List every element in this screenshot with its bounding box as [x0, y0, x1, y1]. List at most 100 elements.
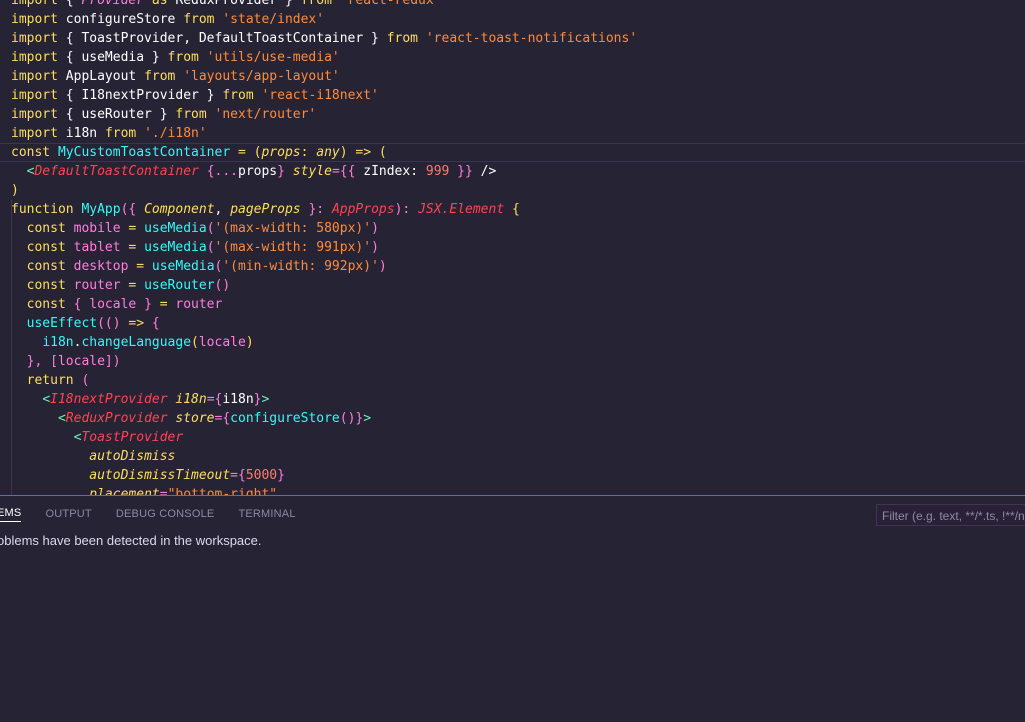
code-editor[interactable]: import { Provider as ReduxProvider } fro… [0, 0, 1025, 495]
code-token: import [11, 0, 58, 8]
code-line[interactable]: import { ToastProvider, DefaultToastCont… [0, 29, 1025, 48]
code-token: i18n [57, 126, 105, 141]
code-line[interactable]: const { locale } = router [0, 295, 1025, 314]
code-line[interactable]: <ReduxProvider store={configureStore()}> [0, 409, 1025, 428]
code-token: MyApp [73, 202, 121, 217]
code-token: { [151, 316, 160, 331]
code-token: const [26, 240, 66, 255]
code-token: { [504, 202, 520, 217]
code-line[interactable]: autoDismissTimeout={5000} [0, 466, 1025, 485]
code-token: '(min-width: 992px)' [222, 259, 379, 274]
code-token: AppLayout [57, 69, 145, 84]
code-token: return [26, 373, 74, 388]
code-token: 'react-toast-notifications' [418, 31, 638, 46]
code-token: Component [144, 202, 215, 217]
code-line[interactable]: <DefaultToastContainer {...props} style=… [0, 162, 1025, 181]
code-line[interactable]: const desktop = useMedia('(min-width: 99… [0, 257, 1025, 276]
tab-problems[interactable]: EMS [0, 507, 22, 522]
code-token: const [26, 278, 66, 293]
code-token: from [167, 50, 199, 65]
code-line[interactable]: const tablet = useMedia('(max-width: 991… [0, 238, 1025, 257]
code-token: useMedia [144, 221, 207, 236]
code-line[interactable]: import i18n from './i18n' [0, 124, 1025, 143]
code-line[interactable]: import { useMedia } from 'utils/use-medi… [0, 48, 1025, 67]
code-line[interactable]: import AppLayout from 'layouts/app-layou… [0, 67, 1025, 86]
code-line[interactable]: const MyCustomToastContainer = (props: a… [0, 143, 1025, 162]
code-line[interactable]: import { useRouter } from 'next/router' [0, 105, 1025, 124]
code-line[interactable]: <I18nextProvider i18n={i18n}> [0, 390, 1025, 409]
code-token: ( [206, 221, 215, 236]
code-token: locale [198, 335, 246, 350]
code-line[interactable]: function MyApp({ Component, pageProps }:… [0, 200, 1025, 219]
code-token: router [175, 297, 223, 312]
code-token: i18n [175, 392, 207, 407]
indent-guide [11, 200, 12, 495]
code-token: import [11, 126, 58, 141]
code-token: configureStore [57, 12, 184, 27]
tab-output[interactable]: OUTPUT [45, 508, 91, 520]
code-token: Provider [81, 0, 145, 8]
code-line[interactable]: }, [locale]) [0, 352, 1025, 371]
code-token: AppProps [331, 202, 395, 217]
code-token: from [386, 31, 419, 46]
code-token: }: [300, 202, 332, 217]
bottom-panel: EMS OUTPUT DEBUG CONSOLE TERMINAL Filter… [0, 495, 1025, 722]
code-token: 'utils/use-media' [198, 50, 340, 65]
code-token: useMedia [151, 259, 215, 274]
code-token: i18n [42, 335, 74, 350]
code-token: useEffect [26, 316, 98, 331]
code-token: ) [11, 183, 19, 198]
code-token: props [261, 145, 301, 160]
code-token: ): [394, 202, 419, 217]
code-token: import [11, 88, 58, 103]
problems-message: oblems have been detected in the workspa… [0, 533, 262, 548]
code-token: placement [89, 487, 160, 495]
code-line[interactable]: const mobile = useMedia('(max-width: 580… [0, 219, 1025, 238]
code-token: < [42, 392, 51, 407]
code-line[interactable]: import { Provider as ReduxProvider } fro… [0, 0, 1025, 10]
code-token: ) [371, 221, 379, 236]
code-token: = [120, 221, 145, 236]
code-line[interactable]: i18n.changeLanguage(locale) [0, 333, 1025, 352]
code-token: "bottom-right" [167, 487, 278, 495]
code-token: const [26, 297, 66, 312]
code-token: as [144, 0, 176, 8]
code-line[interactable]: import configureStore from 'state/index' [0, 10, 1025, 29]
code-token: ( [206, 240, 215, 255]
code-token: { locale } [65, 297, 160, 312]
code-token: const [26, 259, 66, 274]
code-token: = [159, 297, 176, 312]
code-line[interactable]: <ToastProvider [0, 428, 1025, 447]
code-line[interactable]: useEffect(() => { [0, 314, 1025, 333]
code-token: from [183, 12, 215, 27]
code-token: ReduxProvider [65, 411, 168, 426]
code-line[interactable]: import { I18nextProvider } from 'react-i… [0, 86, 1025, 105]
code-line[interactable]: autoDismiss [0, 447, 1025, 466]
code-token: ={ [206, 392, 223, 407]
code-token: from [144, 69, 176, 84]
code-token: router [65, 278, 121, 293]
code-token: ={ [214, 411, 231, 426]
tab-debug-console[interactable]: DEBUG CONSOLE [116, 508, 215, 520]
problems-filter-input[interactable]: Filter (e.g. text, **/*.ts, !**/n [876, 504, 1025, 526]
code-token: const [26, 221, 66, 236]
code-token: ToastProvider [81, 430, 184, 445]
code-line[interactable]: return ( [0, 371, 1025, 390]
code-line[interactable]: const router = useRouter() [0, 276, 1025, 295]
code-lines[interactable]: import { Provider as ReduxProvider } fro… [0, 0, 1025, 495]
code-token: > [363, 411, 372, 426]
tab-terminal[interactable]: TERMINAL [238, 508, 295, 520]
code-token: JSX.Element [418, 202, 505, 217]
code-token: 999 [425, 164, 450, 179]
code-line[interactable]: ) [0, 181, 1025, 200]
code-token: 5000 [245, 468, 278, 483]
code-token: 'react-i18next' [253, 88, 379, 103]
code-line[interactable]: placement="bottom-right" [0, 485, 1025, 495]
code-token: () [214, 278, 231, 293]
